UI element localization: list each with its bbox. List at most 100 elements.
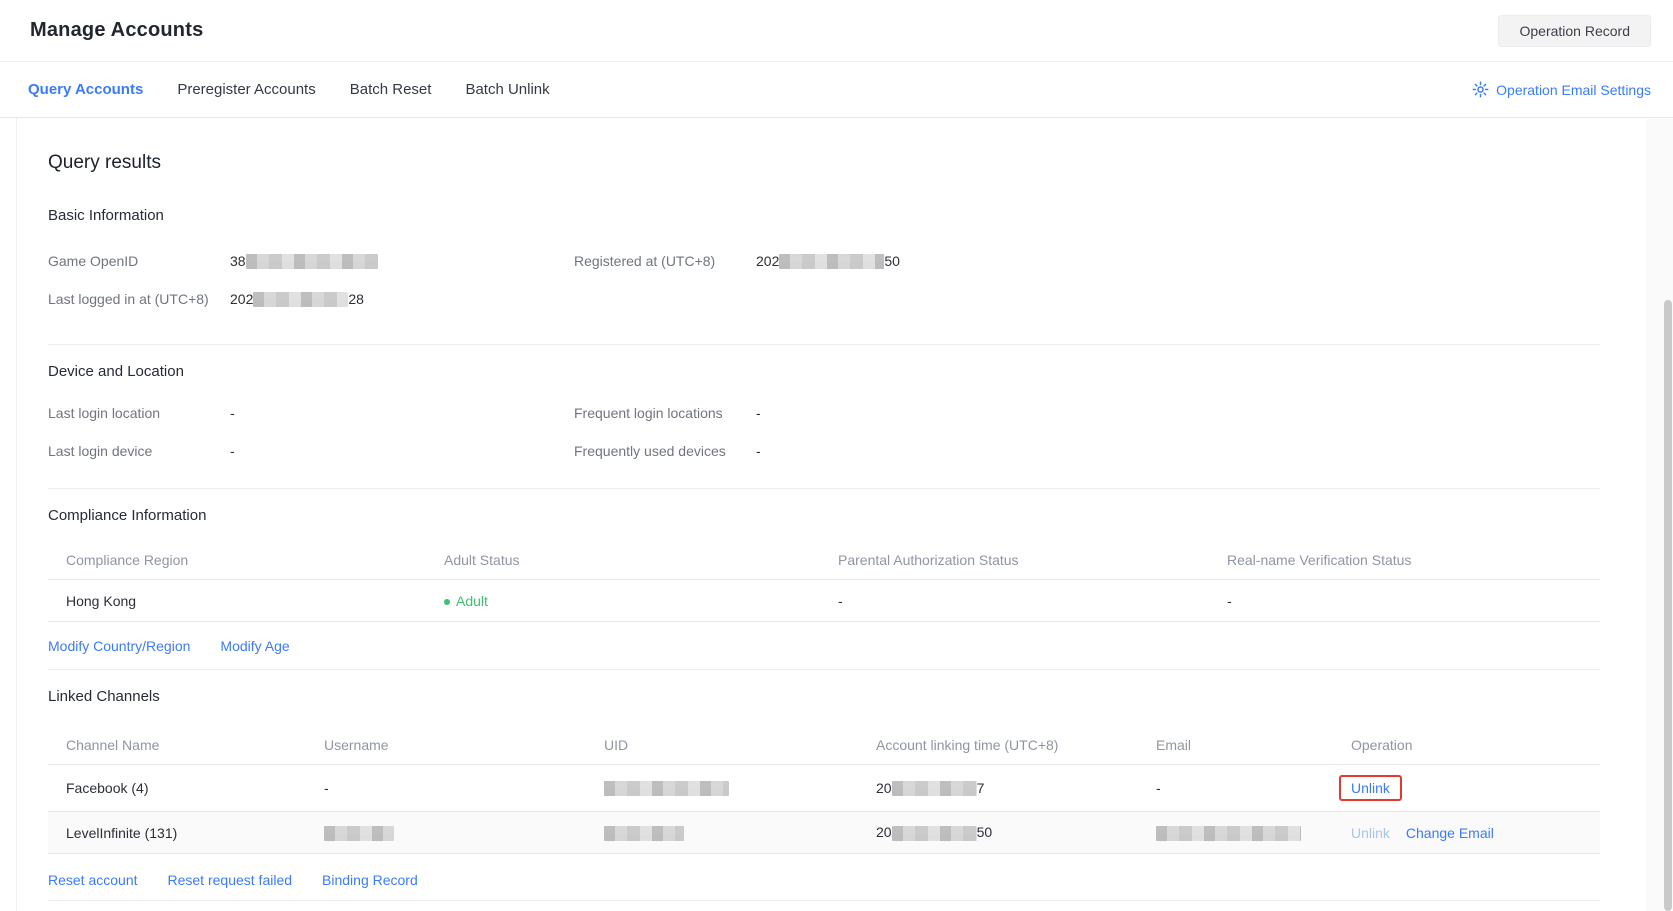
channel-name: LevelInfinite (131)	[48, 825, 324, 841]
last-logged-in-value: 202 28	[230, 288, 364, 310]
email-value	[1156, 824, 1351, 841]
col-uid: UID	[604, 737, 876, 753]
section-divider	[48, 344, 1600, 345]
linking-time-value: 207	[876, 780, 1156, 797]
email-value: -	[1156, 780, 1351, 796]
operation-email-settings-link[interactable]: Operation Email Settings	[1472, 81, 1651, 98]
change-email-link[interactable]: Change Email	[1406, 825, 1494, 841]
col-adult-status: Adult Status	[444, 552, 838, 568]
last-logged-in-label: Last logged in at (UTC+8)	[48, 288, 230, 310]
username-value	[324, 824, 604, 841]
compliance-table: Compliance Region Adult Status Parental …	[48, 542, 1600, 622]
uid-value	[604, 780, 876, 797]
field-last-logged-in: Last logged in at (UTC+8) 202 28	[48, 288, 574, 310]
redacted-email	[1156, 826, 1301, 841]
col-account-linking-time: Account linking time (UTC+8)	[876, 737, 1156, 753]
section-divider	[48, 669, 1600, 670]
field-frequent-login-locations: Frequent login locations -	[574, 402, 1600, 424]
adult-status-text: Adult	[456, 593, 488, 609]
field-frequently-used-devices: Frequently used devices -	[574, 440, 1600, 462]
frequently-used-devices-value: -	[756, 440, 761, 462]
col-compliance-region: Compliance Region	[48, 552, 444, 568]
reset-account-link[interactable]: Reset account	[48, 872, 138, 888]
page-title: Manage Accounts	[30, 19, 203, 42]
col-email: Email	[1156, 737, 1351, 753]
uid-value	[604, 824, 876, 841]
tab-query-accounts[interactable]: Query Accounts	[28, 81, 143, 98]
binding-record-link[interactable]: Binding Record	[322, 872, 418, 888]
manage-accounts-window: Manage Accounts Operation Record Query A…	[0, 0, 1673, 911]
redacted-uid	[604, 826, 684, 841]
redacted-game-openid	[246, 254, 378, 269]
frequent-login-locations-value: -	[756, 402, 761, 424]
field-last-login-location: Last login location -	[48, 402, 574, 424]
compliance-region-value: Hong Kong	[48, 593, 444, 609]
device-location-heading: Device and Location	[48, 363, 1600, 380]
redacted-registered-at	[779, 254, 884, 269]
linking-time-suffix: 50	[977, 824, 993, 840]
tab-batch-unlink[interactable]: Batch Unlink	[465, 81, 549, 98]
frequent-login-locations-label: Frequent login locations	[574, 402, 756, 424]
linking-time-value: 2050	[876, 824, 1156, 841]
field-game-openid: Game OpenID 38	[48, 250, 574, 272]
tab-bar: Query Accounts Preregister Accounts Batc…	[0, 62, 1673, 118]
last-login-device-label: Last login device	[48, 440, 230, 462]
table-row-levelinfinite: LevelInfinite (131) 2050 Unlink Change E…	[48, 812, 1600, 854]
unlink-link[interactable]: Unlink	[1351, 780, 1390, 796]
redacted-linking-time	[892, 781, 977, 796]
redacted-last-logged-in	[253, 292, 348, 307]
vertical-scrollbar[interactable]	[1664, 300, 1672, 911]
last-logged-in-prefix: 202	[230, 288, 253, 310]
modify-country-region-link[interactable]: Modify Country/Region	[48, 638, 190, 654]
table-row-facebook: Facebook (4) - 207 - Unlink	[48, 765, 1600, 812]
compliance-actions: Modify Country/Region Modify Age	[48, 638, 1600, 669]
left-divider	[16, 0, 17, 911]
last-login-device-value: -	[230, 440, 235, 462]
section-divider	[48, 488, 1600, 489]
username-value: -	[324, 780, 604, 796]
linking-time-prefix: 20	[876, 780, 892, 796]
redacted-username	[324, 826, 394, 841]
operation-cell: Unlink	[1351, 775, 1600, 801]
parental-authorization-value: -	[838, 593, 1227, 609]
linked-channels-header: Channel Name Username UID Account linkin…	[48, 727, 1600, 765]
operation-record-button[interactable]: Operation Record	[1498, 15, 1651, 47]
real-name-verification-value: -	[1227, 593, 1600, 609]
frequently-used-devices-label: Frequently used devices	[574, 440, 756, 462]
compliance-table-header: Compliance Region Adult Status Parental …	[48, 542, 1600, 580]
field-last-login-device: Last login device -	[48, 440, 574, 462]
registered-at-label: Registered at (UTC+8)	[574, 250, 756, 272]
game-openid-label: Game OpenID	[48, 250, 230, 272]
registered-at-suffix: 50	[884, 250, 900, 272]
section-divider	[48, 900, 1600, 901]
last-logged-in-suffix: 28	[348, 288, 364, 310]
device-location-fields: Last login location - Frequent login loc…	[48, 402, 1600, 462]
adult-status-value: Adult	[444, 593, 838, 609]
col-parental-authorization-status: Parental Authorization Status	[838, 552, 1227, 568]
reset-request-failed-link[interactable]: Reset request failed	[168, 872, 293, 888]
tab-batch-reset[interactable]: Batch Reset	[350, 81, 432, 98]
field-registered-at: Registered at (UTC+8) 202 50	[574, 250, 1600, 272]
channel-name: Facebook (4)	[48, 780, 324, 796]
redacted-linking-time	[892, 826, 977, 841]
basic-information-heading: Basic Information	[48, 207, 1600, 224]
account-actions: Reset account Reset request failed Bindi…	[48, 872, 1600, 900]
linked-channels-table: Channel Name Username UID Account linkin…	[48, 727, 1600, 854]
col-channel-name: Channel Name	[48, 737, 324, 753]
linking-time-prefix: 20	[876, 824, 892, 840]
basic-information-fields: Game OpenID 38 Registered at (UTC+8) 202…	[48, 250, 1600, 310]
col-username: Username	[324, 737, 604, 753]
linked-channels-heading: Linked Channels	[48, 688, 1600, 705]
registered-at-prefix: 202	[756, 250, 779, 272]
last-login-location-value: -	[230, 402, 235, 424]
compliance-information-heading: Compliance Information	[48, 507, 1600, 524]
redacted-uid	[604, 781, 729, 796]
annotation-red-box: Unlink	[1339, 775, 1402, 801]
compliance-table-row: Hong Kong Adult - -	[48, 580, 1600, 622]
registered-at-value: 202 50	[756, 250, 900, 272]
tab-preregister-accounts[interactable]: Preregister Accounts	[177, 81, 315, 98]
modify-age-link[interactable]: Modify Age	[220, 638, 289, 654]
unlink-link-disabled: Unlink	[1351, 825, 1390, 841]
col-real-name-verification-status: Real-name Verification Status	[1227, 552, 1600, 568]
game-openid-value: 38	[230, 250, 378, 272]
